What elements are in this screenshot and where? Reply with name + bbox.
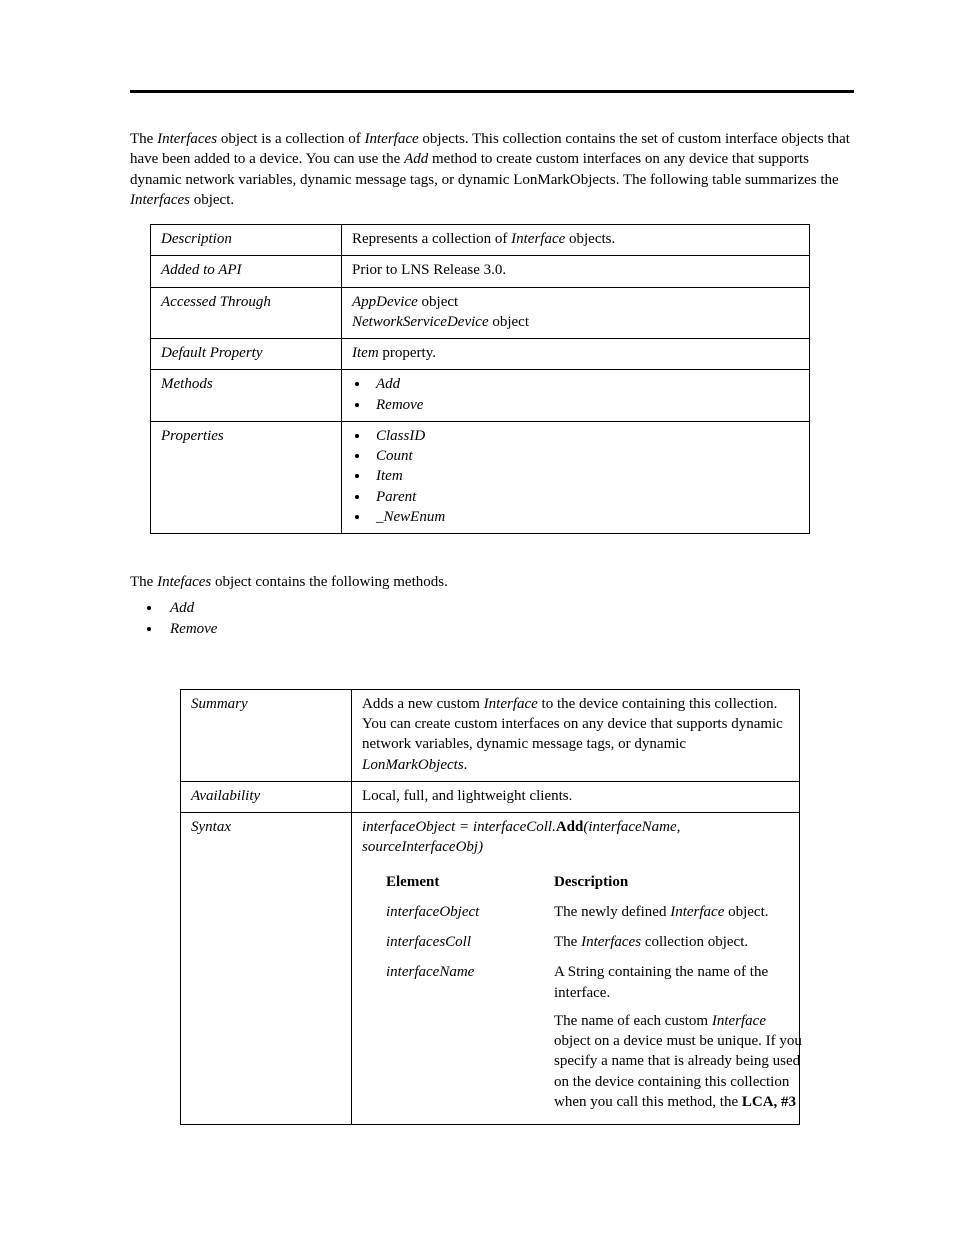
text: Adds a new custom — [362, 696, 484, 712]
term: Interface — [511, 231, 565, 247]
text: object — [418, 294, 458, 310]
add-method-section: Summary Adds a new custom Interface to t… — [130, 689, 854, 1125]
table-header-row: Element Description — [382, 868, 809, 898]
row-value: Item property. — [342, 339, 810, 370]
error-code: LCA, #3 — [742, 1094, 796, 1110]
intro-term: Interfaces — [157, 131, 217, 147]
param-desc: The Interfaces collection object. — [550, 928, 809, 958]
term: NetworkServiceDevice — [352, 314, 489, 330]
list-item: Remove — [370, 395, 799, 415]
methods-list: Add Remove — [370, 374, 799, 415]
row-value: interfaceObject = interfaceColl.Add(inte… — [352, 813, 800, 1125]
syntax-expression: interfaceObject = interfaceColl.Add(inte… — [362, 817, 789, 858]
term: Interface — [670, 904, 724, 920]
row-label: Properties — [151, 421, 342, 533]
intro-term: Interfaces — [130, 192, 190, 208]
table-row: interfacesColl The Interfaces collection… — [382, 928, 809, 958]
term: Item — [352, 345, 379, 361]
term: Intefaces — [157, 574, 211, 590]
intro-paragraph: The Interfaces object is a collection of… — [130, 129, 854, 210]
add-method-table: Summary Adds a new custom Interface to t… — [180, 689, 800, 1125]
list-item: Parent — [370, 487, 799, 507]
param-name: interfaceName — [382, 958, 550, 1118]
param-name: interfacesColl — [382, 928, 550, 958]
param-name: interfaceObject — [382, 898, 550, 928]
row-label: Accessed Through — [151, 287, 342, 339]
table-row: Accessed Through AppDevice object Networ… — [151, 287, 810, 339]
row-label: Description — [151, 225, 342, 256]
text: object — [489, 314, 529, 330]
intro-text: The — [130, 131, 157, 147]
list-item: Count — [370, 446, 799, 466]
list-item: Add — [370, 374, 799, 394]
list-item: Remove — [162, 619, 854, 639]
list-item: Item — [370, 466, 799, 486]
table-row: Added to API Prior to LNS Release 3.0. — [151, 256, 810, 287]
row-label: Added to API — [151, 256, 342, 287]
row-label: Summary — [181, 689, 352, 781]
row-value: Local, full, and lightweight clients. — [352, 781, 800, 812]
term: Interface — [484, 696, 538, 712]
methods-intro: The Intefaces object contains the follow… — [130, 572, 854, 592]
table-row: Default Property Item property. — [151, 339, 810, 370]
text: The — [130, 574, 157, 590]
row-value: Add Remove — [342, 370, 810, 422]
table-row: Syntax interfaceObject = interfaceColl.A… — [181, 813, 800, 1125]
param-desc: The newly defined Interface object. — [550, 898, 809, 928]
param-desc: A String containing the name of the inte… — [550, 958, 809, 1118]
syntax-params-table: Element Description interfaceObject The … — [382, 868, 809, 1119]
text: . — [464, 757, 468, 773]
table-row: Description Represents a collection of I… — [151, 225, 810, 256]
term: Interface — [712, 1013, 766, 1029]
properties-list: ClassID Count Item Parent _NewEnum — [370, 426, 799, 527]
intro-text: object. — [190, 192, 234, 208]
text: The name of each custom Interface object… — [554, 1011, 805, 1112]
text: The — [554, 934, 581, 950]
table-row: Properties ClassID Count Item Parent _Ne… — [151, 421, 810, 533]
row-label: Default Property — [151, 339, 342, 370]
row-label: Availability — [181, 781, 352, 812]
text: object. — [724, 904, 768, 920]
methods-bullets: Add Remove — [162, 598, 854, 639]
row-label: Syntax — [181, 813, 352, 1125]
term: Interfaces — [581, 934, 641, 950]
table-row: Summary Adds a new custom Interface to t… — [181, 689, 800, 781]
table-row: interfaceName A String containing the na… — [382, 958, 809, 1118]
text: The name of each custom — [554, 1013, 712, 1029]
table-row: Methods Add Remove — [151, 370, 810, 422]
text: objects. — [565, 231, 615, 247]
row-value: AppDevice object NetworkServiceDevice ob… — [342, 287, 810, 339]
intro-term: Interface — [365, 131, 419, 147]
text: Represents a collection of — [352, 231, 511, 247]
list-item: ClassID — [370, 426, 799, 446]
row-value: Prior to LNS Release 3.0. — [342, 256, 810, 287]
summary-table: Description Represents a collection of I… — [150, 224, 810, 534]
row-label: Methods — [151, 370, 342, 422]
text: A String containing the name of the inte… — [554, 962, 805, 1003]
col-description: Description — [550, 868, 809, 898]
table-row: interfaceObject The newly defined Interf… — [382, 898, 809, 928]
text: The newly defined — [554, 904, 670, 920]
table-row: Availability Local, full, and lightweigh… — [181, 781, 800, 812]
row-value: ClassID Count Item Parent _NewEnum — [342, 421, 810, 533]
text: collection object. — [641, 934, 748, 950]
intro-term: Add — [404, 151, 428, 167]
intro-text: object is a collection of — [217, 131, 364, 147]
text: property. — [379, 345, 436, 361]
col-element: Element — [382, 868, 550, 898]
row-value: Adds a new custom Interface to the devic… — [352, 689, 800, 781]
text: interfaceObject = interfaceColl. — [362, 819, 556, 835]
term: LonMarkObjects — [362, 757, 464, 773]
text: object contains the following methods. — [211, 574, 448, 590]
list-item: _NewEnum — [370, 507, 799, 527]
rule-top — [130, 90, 854, 93]
method-name: Add — [556, 819, 584, 835]
row-value: Represents a collection of Interface obj… — [342, 225, 810, 256]
list-item: Add — [162, 598, 854, 618]
term: AppDevice — [352, 294, 418, 310]
